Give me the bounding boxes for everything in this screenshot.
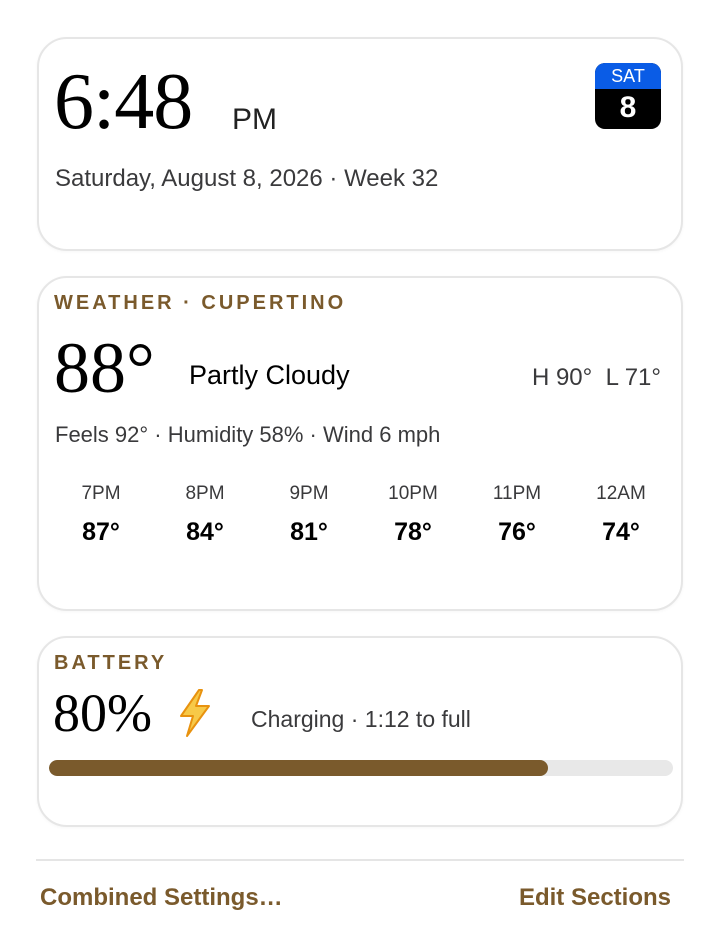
combined-settings-button[interactable]: Combined Settings… — [40, 884, 283, 912]
forecast-hour: 7PM — [81, 483, 121, 504]
widget-panel: 6:48 PM Saturday, August 8, 2026 · Week … — [0, 0, 720, 950]
calendar-badge-day: SAT — [595, 63, 661, 89]
forecast-temp: 87° — [82, 518, 120, 546]
forecast-item: 8PM 84° — [153, 482, 257, 547]
forecast-temp: 76° — [498, 518, 536, 546]
forecast-hour: 11PM — [492, 483, 542, 504]
forecast-temp: 84° — [186, 518, 224, 546]
clock-time: 6:48 — [54, 58, 193, 146]
battery-progress-fill — [49, 760, 549, 776]
battery-card[interactable]: BATTERY 80% Charging · 1:12 to full — [37, 636, 683, 827]
forecast-item: 9PM 81° — [257, 482, 361, 547]
battery-percent: 80% — [53, 683, 152, 743]
forecast-item: 11PM 76° — [465, 482, 569, 547]
forecast-item: 7PM 87° — [49, 482, 153, 547]
weather-high-low: H 90° L 71° — [531, 364, 661, 391]
forecast-hour: 10PM — [388, 483, 438, 504]
forecast-hour: 8PM — [185, 483, 225, 504]
forecast-item: 10PM 78° — [361, 482, 465, 547]
weather-section-title: WEATHER · CUPERTINO — [54, 292, 347, 314]
weather-details: Feels 92° · Humidity 58% · Wind 6 mph — [55, 422, 441, 447]
weather-card[interactable]: WEATHER · CUPERTINO 88° Partly Cloudy H … — [37, 276, 683, 611]
battery-progress-bar — [49, 760, 673, 776]
hourly-forecast: 7PM 87° 8PM 84° 9PM 81° 10PM 78° 11PM 76… — [49, 482, 673, 547]
weather-current-temp: 88° — [54, 328, 155, 408]
edit-sections-button[interactable]: Edit Sections — [519, 884, 671, 912]
weather-condition: Partly Cloudy — [189, 360, 350, 390]
calendar-badge-date: 8 — [619, 91, 637, 124]
forecast-temp: 78° — [394, 518, 432, 546]
clock-date-line: Saturday, August 8, 2026 · Week 32 — [55, 165, 439, 192]
lightning-bolt-icon — [180, 689, 210, 737]
clock-ampm: PM — [232, 103, 277, 136]
calendar-icon: SAT 8 — [595, 63, 661, 129]
forecast-temp: 74° — [602, 518, 640, 546]
clock-card[interactable]: 6:48 PM Saturday, August 8, 2026 · Week … — [37, 37, 683, 251]
forecast-temp: 81° — [290, 518, 328, 546]
forecast-hour: 9PM — [289, 483, 329, 504]
battery-status: Charging · 1:12 to full — [251, 706, 471, 732]
footer-divider — [36, 859, 684, 861]
forecast-item: 12AM 74° — [569, 482, 673, 547]
battery-section-title: BATTERY — [54, 652, 168, 674]
forecast-hour: 12AM — [596, 483, 646, 504]
